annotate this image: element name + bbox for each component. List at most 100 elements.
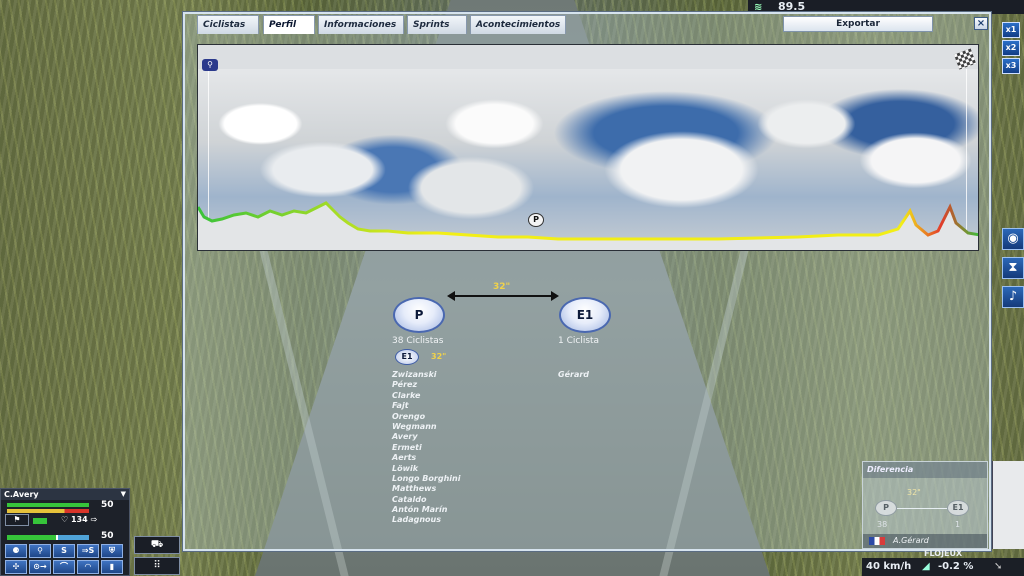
rider-name-item[interactable]: Antón Marín [392,505,460,515]
rider-name-item[interactable]: Longo Borghini [392,474,460,484]
rider-name-item[interactable]: Fajt [392,401,460,411]
relay-icon: ⊙→ [33,562,47,571]
bike-icon: ⚲ [202,59,218,71]
effort-value: 50 [101,500,114,510]
arrow-right-icon: ⇨ [90,515,98,524]
sprint-arrow-icon: ⇒S [81,546,95,555]
rider-name: C.Avery [4,490,39,499]
effort-setting-value: 50 [101,531,114,541]
follow-icon: ⚲ [37,546,43,555]
draft-icon: ⌒ [60,562,68,571]
pace-icon: ◠ [84,562,92,571]
effort-slider[interactable] [7,535,89,540]
close-button[interactable]: × [974,17,988,30]
tab-ciclistas[interactable]: Ciclistas [197,15,259,34]
speed-x2-button[interactable]: x2 [1002,40,1020,56]
camera-preview [992,461,1024,549]
gap-summary-title: Diferencia [863,462,987,478]
eye-icon: ◉ [1007,231,1019,246]
tab-acontecimientos[interactable]: Acontecimientos [470,15,566,34]
hourglass-icon: ⧗ [1008,260,1018,275]
bottle-button[interactable]: ▮ [101,560,123,574]
status-slope: -0.2 % [938,561,974,572]
sprint-button[interactable]: S [53,544,75,558]
status-bar: 40 km/h ◢ -0.2 % ➘ [862,558,1024,576]
hourglass-button[interactable]: ⧗ [1002,257,1024,279]
status-rider-name: FLOJEUX [924,549,963,558]
sprint-icon: S [61,546,67,555]
relay-button[interactable]: ⊙→ [29,560,51,574]
gap-summary-right-node: E1 [947,500,969,516]
rider-name-item[interactable]: Ermeti [392,443,460,453]
group-peloton-count: 38 Ciclistas [392,336,444,346]
escape-reference-badge: E1 [395,349,419,365]
pace-button[interactable]: ◠ [77,560,99,574]
fatigue-bar [7,509,89,513]
rider-name-item[interactable]: Orengo [392,412,460,422]
rider-name-item[interactable]: Zwizanski [392,370,460,380]
rider-name-item[interactable]: Wegmann [392,422,460,432]
gap-summary-panel: Diferencia 32" P E1 38 1 A.Gérard [862,461,988,549]
bottle-icon: ▮ [109,562,115,571]
shield-icon: ⛨ [109,546,115,555]
escape-reference-gap: 32" [431,352,447,361]
team-icon: ⚑ [5,514,29,526]
rider-selector[interactable]: C.Avery ▼ [1,489,129,500]
team-car-button[interactable]: ⛟ [134,536,180,554]
team-view-button[interactable]: ⠿ [134,557,180,575]
country-flag-icon [869,537,885,545]
export-button[interactable]: Exportar [783,16,933,32]
rider-name-item[interactable]: Pérez [392,380,460,390]
gap-summary-time: 32" [907,488,921,497]
sprint-arrow-button[interactable]: ⇒S [77,544,99,558]
gap-time-label: 32" [493,282,511,292]
music-button[interactable]: ♪ [1002,286,1024,308]
follow-button[interactable]: ⚲ [29,544,51,558]
rider-name-item[interactable]: Ladagnous [392,515,460,525]
speed-x3-button[interactable]: x3 [1002,58,1020,74]
rider-name-item[interactable]: Aerts [392,453,460,463]
music-note-icon: ♪ [1008,289,1018,304]
gap-summary-rider-name: A.Gérard [893,536,929,545]
rider-name-item[interactable]: Matthews [392,484,460,494]
stage-profile-panel: ⚲ P [197,44,979,251]
tab-sprints[interactable]: Sprints [407,15,467,34]
gap-summary-left-count: 38 [877,520,888,529]
group-icon: ✣ [12,562,20,571]
slope-icon: ◢ [922,561,930,572]
elevation-area [198,203,978,250]
tab-informaciones[interactable]: Informaciones [318,15,404,34]
escape-rider-list: Gérard [558,370,589,380]
tab-perfil[interactable]: Perfil [263,15,315,34]
peloton-button[interactable]: ✣ [5,560,27,574]
gap-summary-connector [897,508,947,509]
chevron-down-icon: ▼ [120,490,126,498]
heart-icon: ♡ [61,515,69,524]
team-grid-icon: ⠿ [153,560,161,571]
stamina-indicator [33,518,47,524]
rider-control-panel: C.Avery ▼ 50 ⚑ ♡ 134 ⇨ 50 ⚈ ⚲ S ⇒S ⛨ ✣ ⊙… [0,488,130,576]
peloton-position-marker: P [528,213,544,227]
rider-name-item[interactable]: Cataldo [392,495,460,505]
group-escape-count: 1 Ciclista [558,336,600,346]
draft-button[interactable]: ⌒ [53,560,75,574]
rider-name-item[interactable]: Clarke [392,391,460,401]
energy-bar [7,503,89,507]
tab-bar: Ciclistas Perfil Informaciones Sprints A… [185,14,989,34]
peloton-rider-list: Zwizanski Pérez Clarke Fajt Orengo Wegmann Ave… [392,370,460,526]
cyclists-icon: ⚈ [12,546,20,555]
rider-name-item[interactable]: Gérard [558,370,589,380]
wind-arrow-icon: ➘ [994,561,1003,572]
status-speed: 40 km/h [866,561,912,572]
car-icon: ⛟ [150,539,164,550]
eye-view-button[interactable]: ◉ [1002,228,1024,250]
heart-rate: ♡ 134 ⇨ [61,515,98,524]
gap-summary-right-count: 1 [955,520,961,529]
group-peloton-node[interactable]: P [393,297,445,333]
rider-name-item[interactable]: Avery [392,432,460,442]
shield-button[interactable]: ⛨ [101,544,123,558]
group-escape-node[interactable]: E1 [559,297,611,333]
rider-name-item[interactable]: Löwik [392,464,460,474]
speed-x1-button[interactable]: x1 [1002,22,1020,38]
attack-button[interactable]: ⚈ [5,544,27,558]
